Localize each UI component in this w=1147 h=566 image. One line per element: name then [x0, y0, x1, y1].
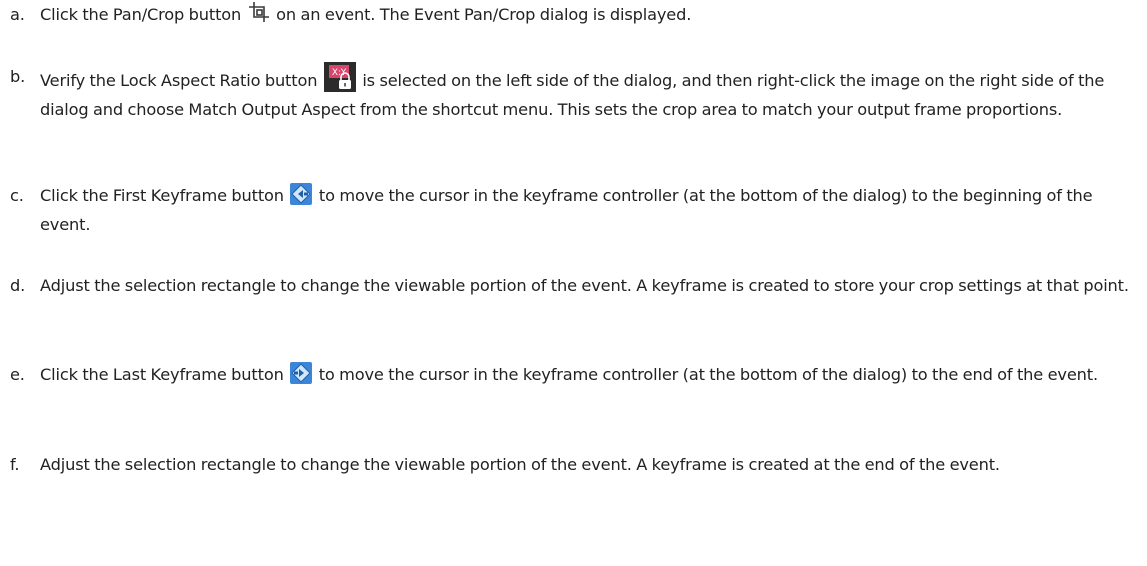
step-text-before: Click the Last Keyframe button — [40, 365, 284, 384]
step-d: d. Adjust the selection rectangle to cha… — [10, 271, 1140, 300]
step-text-after: to move the cursor in the keyframe contr… — [318, 365, 1098, 384]
pan-crop-icon — [248, 1, 270, 23]
step-a: a. Click the Pan/Crop button on an event… — [10, 0, 1140, 29]
step-marker: d. — [10, 276, 26, 295]
step-marker: c. — [10, 186, 24, 205]
step-b: b. Verify the Lock Aspect Ratio button X… — [10, 62, 1140, 124]
step-marker: b. — [10, 67, 26, 86]
step-marker: e. — [10, 365, 25, 384]
step-body: Click the Last Keyframe button to move t… — [40, 360, 1140, 389]
step-text-after: on an event. The Event Pan/Crop dialog i… — [276, 5, 692, 24]
step-c: c. Click the First Keyframe button to mo… — [10, 181, 1140, 239]
step-body: Verify the Lock Aspect Ratio button X:Y … — [40, 62, 1140, 124]
step-body: Adjust the selection rectangle to change… — [40, 276, 1129, 295]
step-body: Click the First Keyframe button to move … — [40, 181, 1140, 239]
step-marker: a. — [10, 5, 25, 24]
step-marker: f. — [10, 455, 20, 474]
step-text-before: Click the First Keyframe button — [40, 186, 284, 205]
step-body: Click the Pan/Crop button on an event. T… — [40, 0, 1140, 29]
step-text-before: Verify the Lock Aspect Ratio button — [40, 71, 318, 90]
lock-aspect-ratio-icon: X:Y — [323, 62, 356, 92]
step-body: Adjust the selection rectangle to change… — [40, 455, 1000, 474]
last-keyframe-icon — [290, 362, 313, 384]
step-e: e. Click the Last Keyframe button to mov… — [10, 360, 1140, 389]
step-text-before: Click the Pan/Crop button — [40, 5, 242, 24]
first-keyframe-icon — [290, 183, 313, 205]
step-f: f. Adjust the selection rectangle to cha… — [10, 450, 1140, 479]
